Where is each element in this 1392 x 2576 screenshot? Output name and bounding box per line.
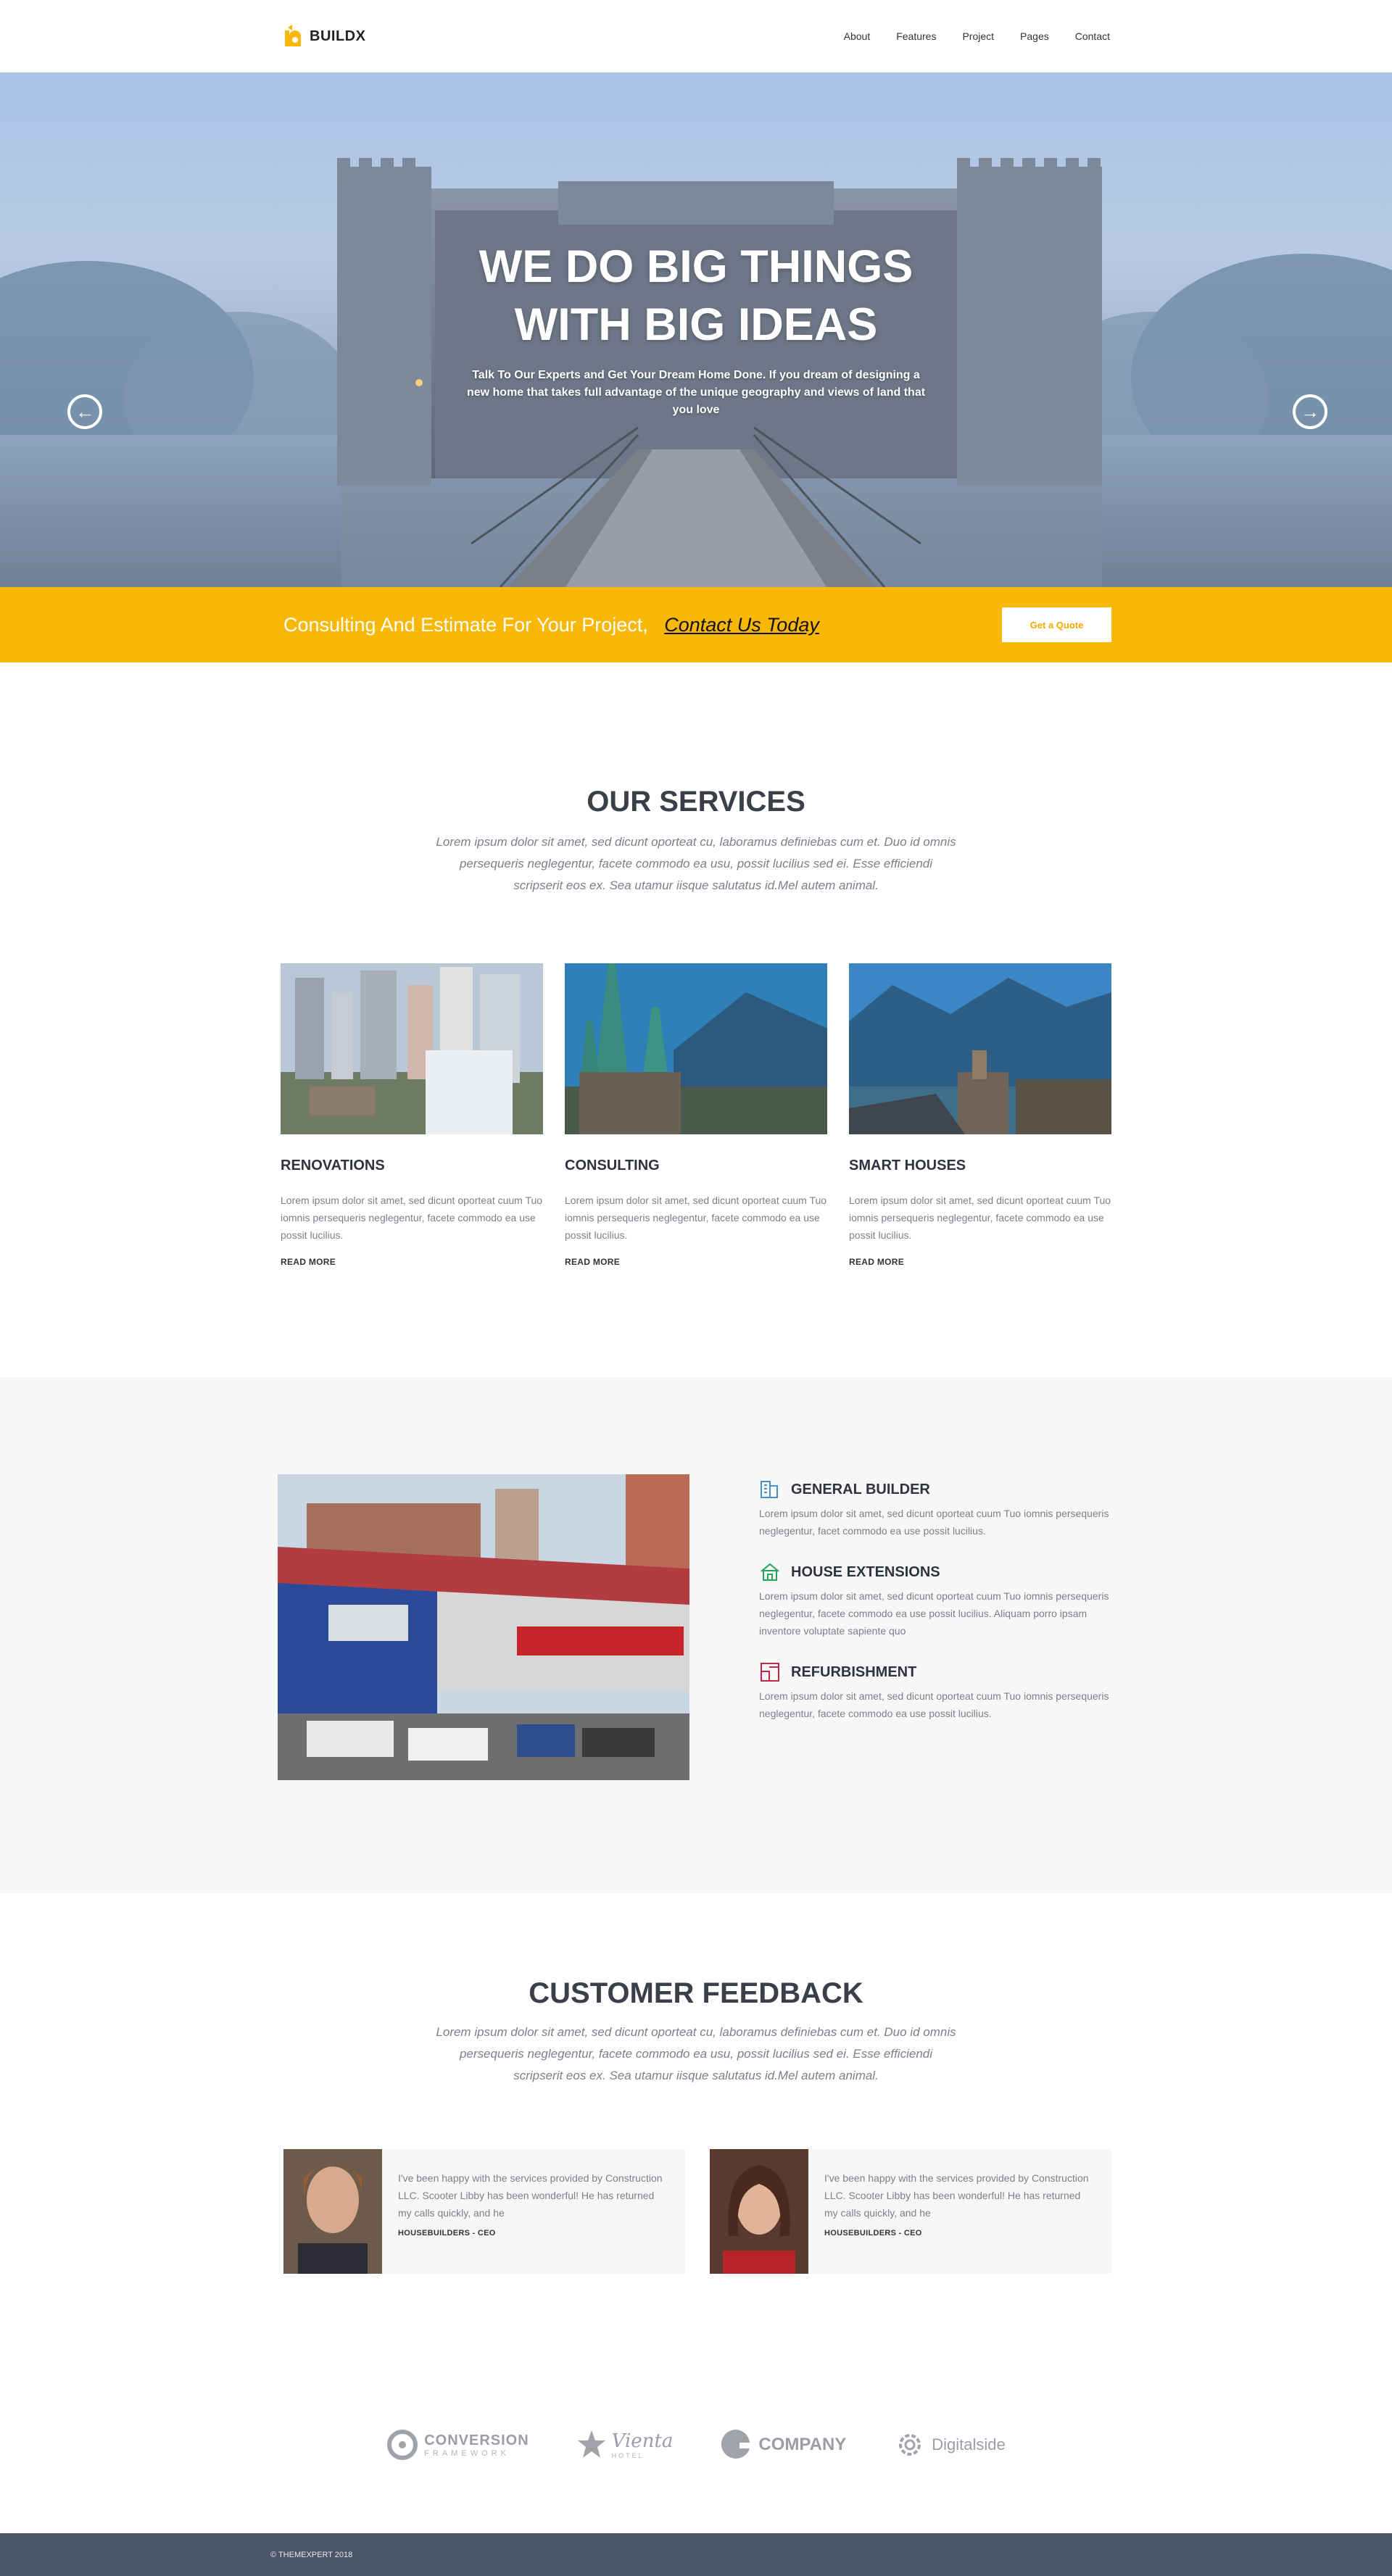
hero-title-line2: WITH BIG IDEAS <box>514 299 878 350</box>
testimonial-quote: I've been happy with the services provid… <box>824 2172 1089 2219</box>
feature-item: GENERAL BUILDER Lorem ipsum dolor sit am… <box>759 1479 1111 1540</box>
feature-title: GENERAL BUILDER <box>791 1481 930 1497</box>
testimonial-quote: I've been happy with the services provid… <box>398 2172 663 2219</box>
feature-item: HOUSE EXTENSIONS Lorem ipsum dolor sit a… <box>759 1561 1111 1640</box>
client-sub: HOTEL <box>611 2452 645 2459</box>
testimonials: I've been happy with the services provid… <box>281 2149 1111 2274</box>
avatar <box>283 2149 382 2274</box>
slider-next-button[interactable]: → <box>1293 394 1327 429</box>
star-logo-icon <box>577 2430 605 2458</box>
feature-title: HOUSE EXTENSIONS <box>791 1563 940 1580</box>
testimonial-card: I've been happy with the services provid… <box>283 2149 685 2274</box>
nav-contact[interactable]: Contact <box>1075 30 1110 42</box>
cta-contact-link[interactable]: Contact Us Today <box>664 614 819 636</box>
service-title: SMART HOUSES <box>849 1158 966 1173</box>
services-cards: RENOVATIONS Lorem ipsum dolor sit amet, … <box>281 963 1111 1267</box>
floorplan-icon <box>761 1663 779 1682</box>
smart-houses-image <box>849 963 1111 1134</box>
arrow-left-circle-icon: ← <box>75 401 94 423</box>
company-logo-icon <box>721 2429 750 2459</box>
feature-item: REFURBISHMENT Lorem ipsum dolor sit amet… <box>759 1661 1111 1722</box>
service-card: SMART HOUSES Lorem ipsum dolor sit amet,… <box>849 963 1111 1267</box>
building-icon <box>761 1481 778 1498</box>
client-logo-digitalside[interactable]: Digitalside <box>894 2429 1006 2461</box>
service-text: Lorem ipsum dolor sit amet, sed dicunt o… <box>281 1194 543 1241</box>
features-section: GENERAL BUILDER Lorem ipsum dolor sit am… <box>0 1377 1392 1893</box>
read-more-link[interactable]: READ MORE <box>565 1257 827 1267</box>
read-more-link[interactable]: READ MORE <box>849 1257 1111 1267</box>
client-name: Digitalside <box>932 2435 1006 2454</box>
feedback-section: CUSTOMER FEEDBACK Lorem ipsum dolor sit … <box>0 1893 1392 2343</box>
client-logo-company[interactable]: COMPANY <box>721 2427 846 2463</box>
get-quote-button[interactable]: Get a Quote <box>1002 607 1111 642</box>
services-section: OUR SERVICES Lorem ipsum dolor sit amet,… <box>0 662 1392 1377</box>
services-intro: Lorem ipsum dolor sit amet, sed dicunt o… <box>436 835 956 892</box>
testimonial-card: I've been happy with the services provid… <box>710 2149 1111 2274</box>
service-title: CONSULTING <box>565 1158 660 1173</box>
house-icon <box>761 1563 779 1581</box>
logo[interactable]: BUILDX <box>281 23 365 49</box>
client-name: CONVERSION <box>424 2432 529 2448</box>
slider-prev-button[interactable]: ← <box>67 394 102 429</box>
service-title: RENOVATIONS <box>281 1158 385 1173</box>
service-text: Lorem ipsum dolor sit amet, sed dicunt o… <box>849 1194 1111 1241</box>
consulting-image <box>565 963 827 1134</box>
brand-name: BUILDX <box>310 28 366 44</box>
hero-caption: WE DO BIG THINGS WITH BIG IDEAS Talk To … <box>0 238 1392 419</box>
building-photo <box>278 1474 689 1780</box>
feature-text: Lorem ipsum dolor sit amet, sed dicunt o… <box>759 1690 1109 1719</box>
avatar <box>710 2149 808 2274</box>
nav-project[interactable]: Project <box>962 30 994 42</box>
service-card: CONSULTING Lorem ipsum dolor sit amet, s… <box>565 963 827 1267</box>
client-logo-conversion[interactable]: CONVERSION FRAMEWORK <box>386 2429 529 2461</box>
nav-pages[interactable]: Pages <box>1020 30 1049 42</box>
feature-text: Lorem ipsum dolor sit amet, sed dicunt o… <box>759 1508 1109 1537</box>
testimonial-author: HOUSEBUILDERS - CEO <box>824 2229 922 2238</box>
client-sub: FRAMEWORK <box>424 2448 510 2458</box>
service-card: RENOVATIONS Lorem ipsum dolor sit amet, … <box>281 963 543 1267</box>
service-text: Lorem ipsum dolor sit amet, sed dicunt o… <box>565 1194 827 1241</box>
services-title: OUR SERVICES <box>587 786 805 818</box>
gear-logo-icon <box>899 2434 921 2456</box>
clients-logos: CONVERSION FRAMEWORK Vienta HOTEL COMPAN… <box>0 2343 1392 2533</box>
client-logo-vienta[interactable]: Vienta HOTEL <box>577 2429 674 2461</box>
feedback-title: CUSTOMER FEEDBACK <box>529 1977 863 2009</box>
arrow-right-circle-icon: → <box>1301 401 1320 423</box>
features-list: GENERAL BUILDER Lorem ipsum dolor sit am… <box>759 1474 1111 1780</box>
copyright-text: © THEMEXPERT 2018 <box>270 2550 353 2559</box>
hero-title-line1: WE DO BIG THINGS <box>478 241 914 292</box>
read-more-link[interactable]: READ MORE <box>281 1257 543 1267</box>
client-name: COMPANY <box>758 2435 847 2454</box>
nav-about[interactable]: About <box>844 30 871 42</box>
hero-subtitle: Talk To Our Experts and Get Your Dream H… <box>466 369 926 416</box>
hero-title: WE DO BIG THINGS WITH BIG IDEAS <box>0 238 1392 354</box>
cta-bar: Consulting And Estimate For Your Project… <box>0 587 1392 662</box>
site-header: BUILDX About Features Project Pages Cont… <box>0 0 1392 72</box>
hero-slider: WE DO BIG THINGS WITH BIG IDEAS Talk To … <box>0 72 1392 587</box>
main-nav: About Features Project Pages Contact <box>844 30 1110 42</box>
site-footer: © THEMEXPERT 2018 <box>0 2533 1392 2576</box>
testimonial-author: HOUSEBUILDERS - CEO <box>398 2229 496 2238</box>
cta-text: Consulting And Estimate For Your Project… <box>283 613 648 636</box>
renovations-image <box>281 963 543 1134</box>
conversion-logo-icon <box>387 2430 418 2460</box>
nav-features[interactable]: Features <box>896 30 936 42</box>
feature-title: REFURBISHMENT <box>791 1663 917 1680</box>
feedback-intro: Lorem ipsum dolor sit amet, sed dicunt o… <box>436 2025 956 2082</box>
logo-icon <box>285 25 301 46</box>
cta-message: Consulting And Estimate For Your Project… <box>283 614 819 636</box>
feature-text: Lorem ipsum dolor sit amet, sed dicunt o… <box>759 1590 1109 1637</box>
client-name: Vienta <box>611 2430 674 2452</box>
